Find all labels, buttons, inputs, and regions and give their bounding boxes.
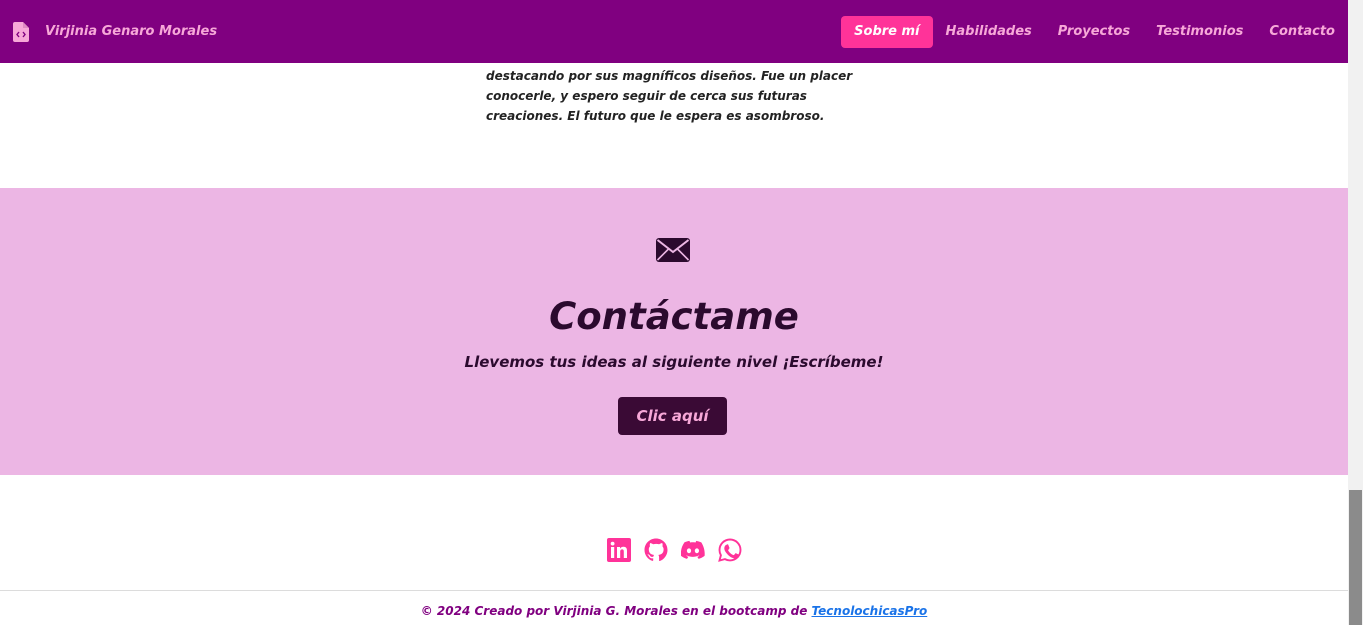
testimonial-line: conocerle, y espero seguir de cerca sus … bbox=[486, 89, 807, 103]
scrollbar-track[interactable] bbox=[1348, 0, 1363, 625]
nav-link-proyectos[interactable]: Proyectos bbox=[1045, 16, 1143, 48]
footer-divider bbox=[0, 590, 1348, 591]
contact-subtitle: Llevemos tus ideas al siguiente nivel ¡E… bbox=[464, 353, 884, 371]
nav-link-habilidades[interactable]: Habilidades bbox=[933, 16, 1045, 48]
scrollbar-thumb[interactable] bbox=[1349, 490, 1362, 625]
nav-links: Sobre mí Habilidades Proyectos Testimoni… bbox=[841, 0, 1348, 63]
github-icon[interactable] bbox=[644, 538, 668, 562]
contact-section: Contáctame Llevemos tus ideas al siguien… bbox=[0, 188, 1348, 475]
testimonial-line: creaciones. El futuro que le espera es a… bbox=[486, 109, 825, 123]
discord-icon[interactable] bbox=[680, 538, 705, 562]
brand[interactable]: Virjinia Genaro Morales bbox=[13, 21, 218, 42]
contact-title: Contáctame bbox=[549, 295, 799, 338]
nav-link-sobre-mi[interactable]: Sobre mí bbox=[841, 15, 933, 48]
footer-text: © 2024 Creado por Virjinia G. Morales en… bbox=[420, 604, 812, 618]
social-links bbox=[0, 538, 1348, 562]
nav-link-contacto[interactable]: Contacto bbox=[1256, 16, 1348, 48]
brand-name: Virjinia Genaro Morales bbox=[45, 24, 218, 39]
footer-link-tecnolochicas[interactable]: TecnolochicasPro bbox=[812, 604, 928, 618]
code-file-icon bbox=[13, 21, 29, 42]
testimonial-line: destacando por sus magníficos diseños. F… bbox=[486, 69, 853, 83]
contact-button[interactable]: Clic aquí bbox=[618, 397, 727, 435]
envelope-icon bbox=[656, 238, 690, 262]
navbar: Virjinia Genaro Morales Sobre mí Habilid… bbox=[0, 0, 1348, 63]
nav-link-testimonios[interactable]: Testimonios bbox=[1143, 16, 1256, 48]
whatsapp-icon[interactable] bbox=[717, 538, 742, 562]
footer: © 2024 Creado por Virjinia G. Morales en… bbox=[0, 604, 1348, 618]
linkedin-icon[interactable] bbox=[606, 538, 631, 562]
